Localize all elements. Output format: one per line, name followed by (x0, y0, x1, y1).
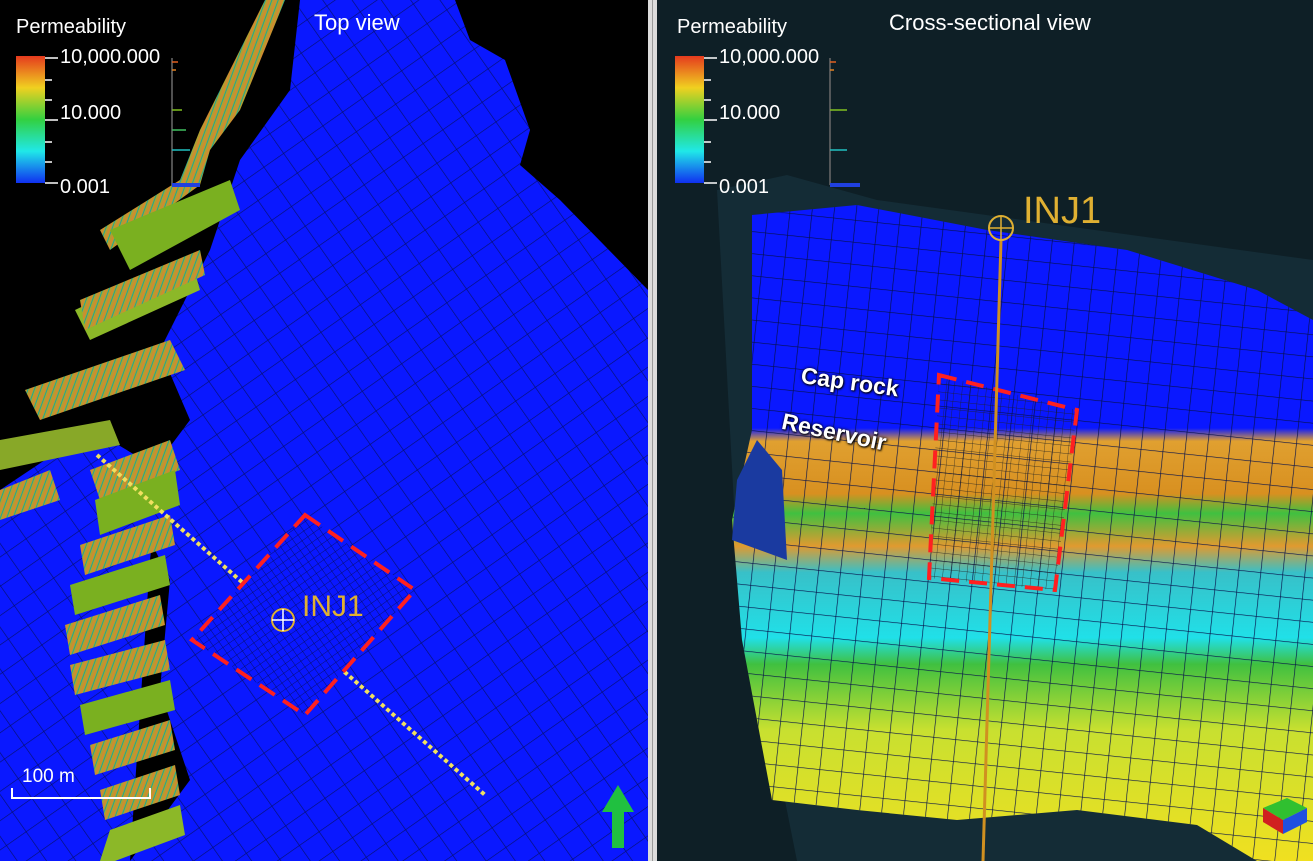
well-label: INJ1 (302, 590, 364, 623)
legend-tick-min: 0.001 (719, 176, 770, 198)
panel-title: Top view (314, 10, 400, 35)
legend-tick-mid: 10.000 (60, 102, 122, 124)
legend-tick-max: 10,000.000 (60, 46, 161, 68)
refined-grid-zone (929, 375, 1077, 590)
top-view-canvas[interactable] (0, 0, 648, 861)
legend-tick-min: 0.001 (60, 176, 111, 198)
scale-bar-label: 100 m (22, 766, 75, 787)
panel-title: Cross-sectional view (889, 10, 1091, 35)
well-marker-icon[interactable] (271, 608, 295, 632)
cross-section-panel[interactable]: Permeability Cross-sectional view 10,000… (657, 0, 1313, 861)
legend-tick-mid: 10.000 (719, 102, 781, 124)
top-view-panel[interactable]: Permeability Top view 10,000.000 10.000 … (0, 0, 648, 861)
legend-histogram (829, 58, 860, 187)
panel-divider-line (652, 0, 653, 861)
well-label: INJ1 (1023, 190, 1102, 232)
legend-title: Permeability (16, 16, 127, 38)
legend-tick-max: 10,000.000 (719, 46, 820, 68)
legend-tick-marks (704, 57, 717, 184)
well-marker-icon[interactable] (988, 215, 1014, 241)
legend-color-bar (16, 56, 45, 183)
legend-title: Permeability (677, 16, 788, 38)
legend-tick-marks (45, 57, 58, 184)
cross-section-canvas[interactable] (657, 0, 1313, 861)
legend-color-bar (675, 56, 704, 183)
